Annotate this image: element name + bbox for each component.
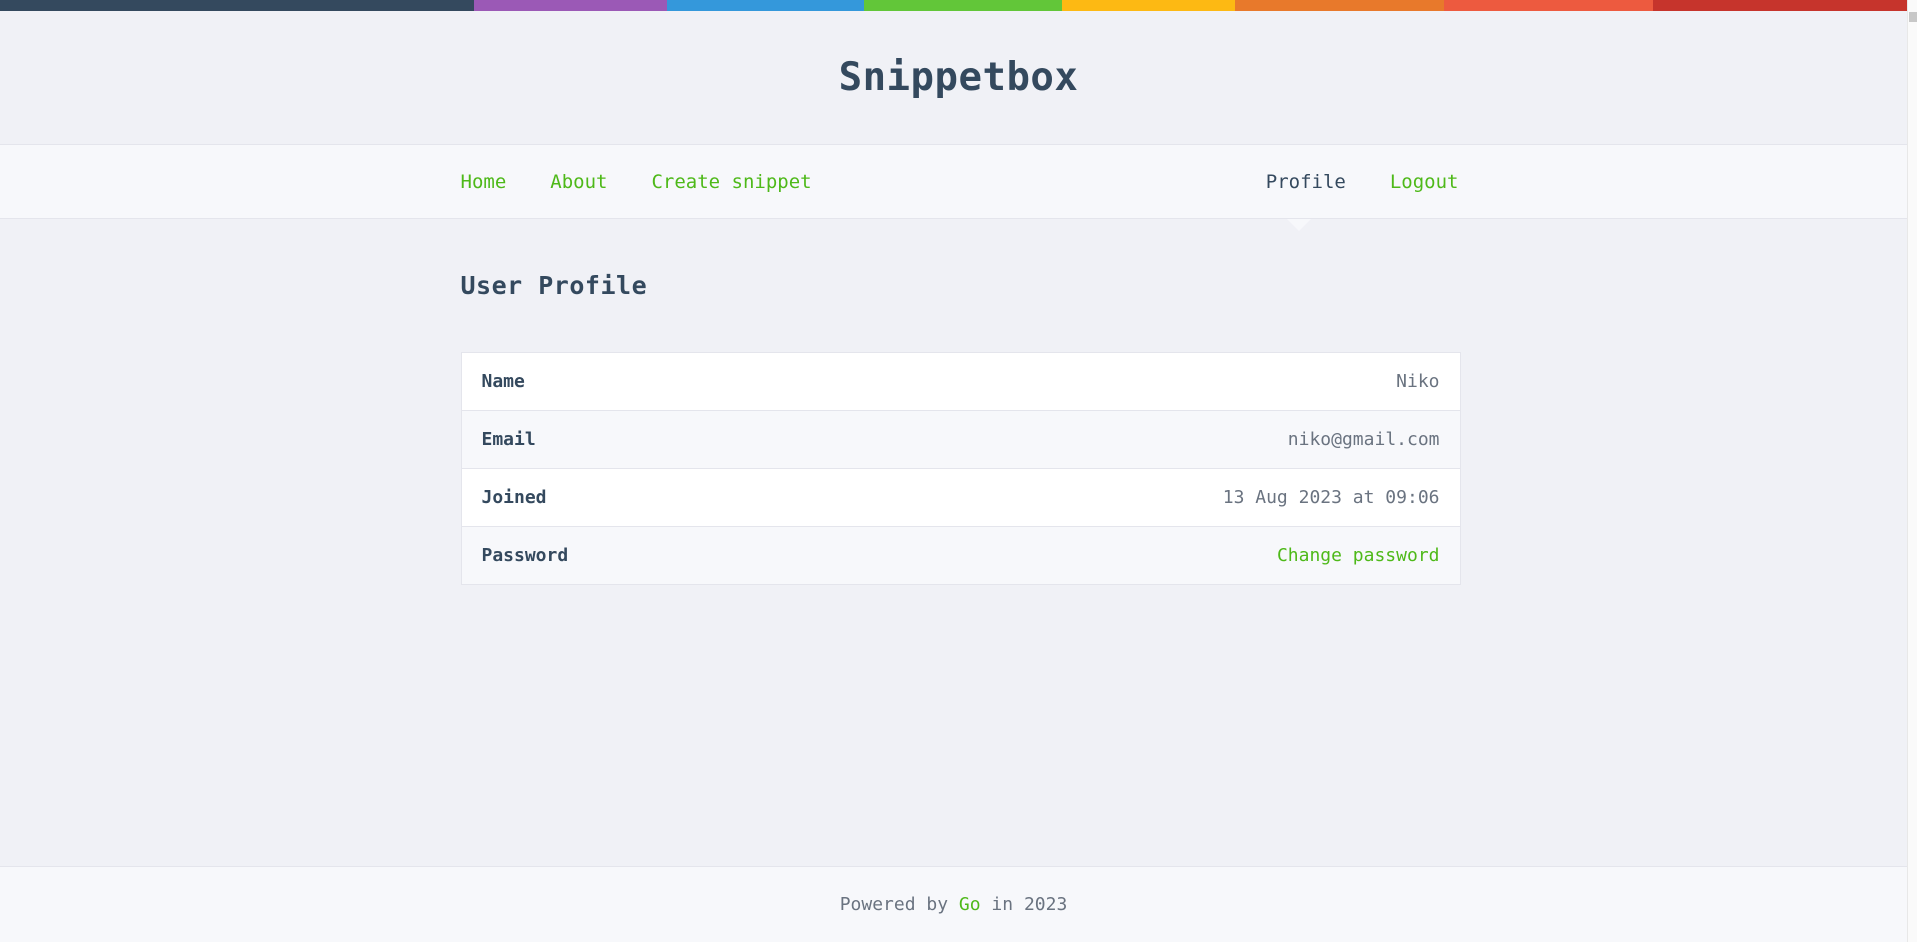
profile-row-name: Name Niko bbox=[461, 353, 1460, 411]
main-content: User Profile Name Niko Email niko@gmail.com… bbox=[0, 219, 1917, 865]
page-title: User Profile bbox=[460, 271, 648, 300]
profile-row-joined: Joined 13 Aug 2023 at 09:06 bbox=[461, 469, 1460, 527]
top-color-stripe bbox=[0, 0, 1907, 11]
nav-link-create-snippet[interactable]: Create snippet bbox=[651, 171, 811, 193]
user-profile-table: Name Niko Email niko@gmail.com Joined 13 Aug … bbox=[460, 352, 1461, 585]
top-stripe-segment-orange-red bbox=[1444, 0, 1653, 11]
top-stripe-segment-yellow bbox=[1062, 0, 1235, 11]
profile-row-value: Niko bbox=[1396, 371, 1440, 392]
profile-row-label: Joined bbox=[481, 487, 547, 508]
site-footer: Powered by Go in 2023 bbox=[0, 866, 1907, 942]
nav-link-about[interactable]: About bbox=[550, 171, 607, 193]
nav-link-home[interactable]: Home bbox=[461, 171, 507, 193]
top-stripe-segment-red bbox=[1653, 0, 1907, 11]
footer-suffix: in 2023 bbox=[980, 894, 1068, 915]
site-title: Snippetbox bbox=[838, 55, 1079, 100]
top-stripe-segment-purple bbox=[474, 0, 667, 11]
profile-row-label: Name bbox=[481, 371, 525, 392]
top-stripe-segment-green bbox=[864, 0, 1062, 11]
page-scrollbar-thumb[interactable] bbox=[1909, 12, 1917, 22]
main-navigation: Home About Create snippet Profile Logout bbox=[0, 145, 1917, 231]
nav-right-group: Profile Logout bbox=[1222, 171, 1459, 193]
nav-link-profile[interactable]: Profile bbox=[1266, 171, 1346, 193]
user-profile-table-body: Name Niko Email niko@gmail.com Joined 13 Aug … bbox=[461, 353, 1460, 585]
profile-row-value: 13 Aug 2023 at 09:06 bbox=[1222, 487, 1440, 508]
profile-row-label: Password bbox=[481, 545, 569, 566]
footer-go-link[interactable]: Go bbox=[959, 894, 981, 915]
profile-row-label: Email bbox=[481, 429, 536, 450]
page-scrollbar[interactable] bbox=[1907, 0, 1917, 942]
change-password-link[interactable]: Change password bbox=[1277, 545, 1440, 566]
active-nav-pointer-icon bbox=[1287, 219, 1311, 231]
nav-inner: Home About Create snippet Profile Logout bbox=[459, 145, 1459, 218]
footer-prefix: Powered by bbox=[839, 894, 959, 915]
profile-row-value: niko@gmail.com bbox=[1287, 429, 1440, 450]
top-stripe-segment-blue bbox=[667, 0, 864, 11]
top-stripe-segment-orange bbox=[1235, 0, 1444, 11]
site-header: Snippetbox bbox=[0, 11, 1917, 145]
profile-row-value[interactable]: Change password bbox=[911, 527, 1460, 585]
footer-text: Powered by Go in 2023 bbox=[840, 894, 1068, 915]
profile-row-password: Password Change password bbox=[461, 526, 1460, 585]
nav-link-logout[interactable]: Logout bbox=[1390, 171, 1459, 193]
top-stripe-segment-navy bbox=[0, 0, 474, 11]
nav-left-group: Home About Create snippet bbox=[461, 171, 856, 193]
profile-row-email: Email niko@gmail.com bbox=[461, 410, 1460, 469]
content-container: User Profile Name Niko Email niko@gmail.com… bbox=[459, 271, 1461, 585]
